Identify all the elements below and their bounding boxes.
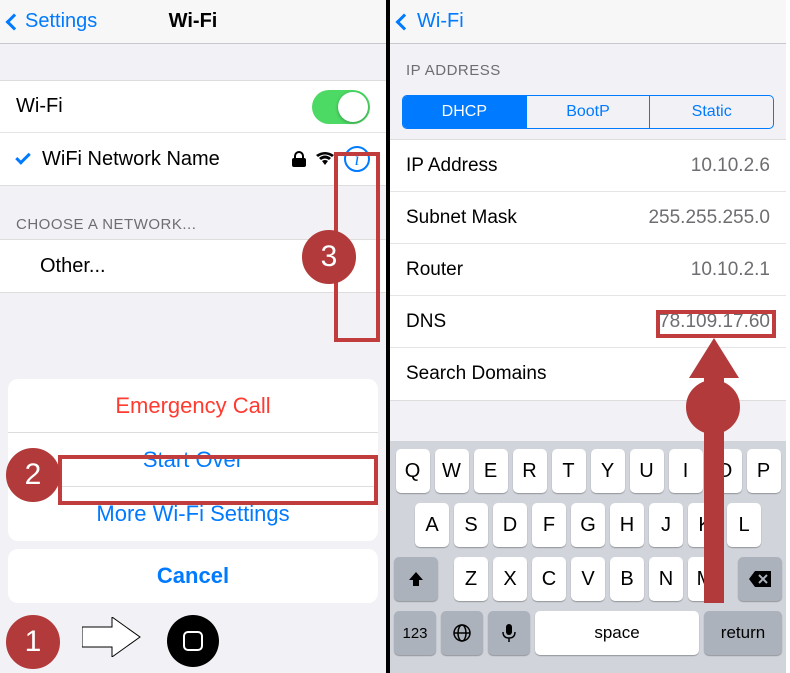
home-icon xyxy=(183,631,203,651)
router-value: 10.10.2.1 xyxy=(691,259,770,281)
router-row[interactable]: Router 10.10.2.1 xyxy=(390,244,786,296)
space-key[interactable]: space xyxy=(535,611,699,655)
back-button-right[interactable]: Wi-Fi xyxy=(398,10,464,33)
key-g[interactable]: G xyxy=(571,503,605,547)
emergency-call-button[interactable]: Emergency Call xyxy=(8,379,378,433)
subnet-mask-row[interactable]: Subnet Mask 255.255.255.0 xyxy=(390,192,786,244)
globe-key[interactable] xyxy=(441,611,483,655)
keyboard-row-4: 123 space return xyxy=(394,611,782,655)
key-d[interactable]: D xyxy=(493,503,527,547)
key-w[interactable]: W xyxy=(435,449,469,493)
navbar-left: Settings Wi-Fi xyxy=(0,0,386,44)
key-n[interactable]: N xyxy=(649,557,683,601)
annotation-badge-3: 3 xyxy=(302,230,356,284)
ip-section-header: IP ADDRESS xyxy=(390,52,786,85)
back-label: Settings xyxy=(25,10,97,33)
key-s[interactable]: S xyxy=(454,503,488,547)
key-t[interactable]: T xyxy=(552,449,586,493)
wifi-toggle-label: Wi-Fi xyxy=(16,95,312,118)
highlight-dns-value xyxy=(656,310,776,338)
annotation-badge-2: 2 xyxy=(6,448,60,502)
chevron-left-icon xyxy=(6,13,23,30)
key-z[interactable]: Z xyxy=(454,557,488,601)
subnet-mask-label: Subnet Mask xyxy=(406,207,517,229)
key-c[interactable]: C xyxy=(532,557,566,601)
key-f[interactable]: F xyxy=(532,503,566,547)
subnet-mask-value: 255.255.255.0 xyxy=(648,207,770,229)
tab-dhcp[interactable]: DHCP xyxy=(403,96,527,128)
shift-icon xyxy=(407,570,425,588)
key-h[interactable]: H xyxy=(610,503,644,547)
backspace-key[interactable] xyxy=(738,557,782,601)
back-label-right: Wi-Fi xyxy=(417,10,464,33)
ip-mode-segmented[interactable]: DHCP BootP Static xyxy=(402,95,774,129)
wifi-toggle[interactable] xyxy=(312,90,370,124)
home-button[interactable] xyxy=(167,615,219,667)
arrow-white-icon xyxy=(82,617,142,657)
key-u[interactable]: U xyxy=(630,449,664,493)
ip-address-value: 10.10.2.6 xyxy=(691,155,770,177)
shift-key[interactable] xyxy=(394,557,438,601)
return-key[interactable]: return xyxy=(704,611,782,655)
key-a[interactable]: A xyxy=(415,503,449,547)
chevron-left-icon xyxy=(396,13,413,30)
ip-address-screen: Wi-Fi IP ADDRESS DHCP BootP Static IP Ad… xyxy=(390,0,786,673)
back-button[interactable]: Settings xyxy=(8,10,97,33)
mic-icon xyxy=(502,623,516,643)
arrow-red-up-icon xyxy=(684,338,744,608)
cancel-button[interactable]: Cancel xyxy=(8,549,378,603)
key-x[interactable]: X xyxy=(493,557,527,601)
search-domains-label: Search Domains xyxy=(406,363,546,385)
wifi-settings-screen: Settings Wi-Fi Wi-Fi WiFi Network Name i… xyxy=(0,0,390,673)
network-name: WiFi Network Name xyxy=(42,148,292,171)
wifi-toggle-row[interactable]: Wi-Fi xyxy=(0,81,386,133)
backspace-icon xyxy=(749,571,771,587)
key-q[interactable]: Q xyxy=(396,449,430,493)
connected-network-row[interactable]: WiFi Network Name i xyxy=(0,133,386,185)
checkmark-icon xyxy=(15,149,31,165)
dns-label: DNS xyxy=(406,311,446,333)
router-label: Router xyxy=(406,259,463,281)
navbar-right: Wi-Fi xyxy=(390,0,786,44)
mic-key[interactable] xyxy=(488,611,530,655)
ip-address-row[interactable]: IP Address 10.10.2.6 xyxy=(390,140,786,192)
key-b[interactable]: B xyxy=(610,557,644,601)
numbers-key[interactable]: 123 xyxy=(394,611,436,655)
key-y[interactable]: Y xyxy=(591,449,625,493)
key-r[interactable]: R xyxy=(513,449,547,493)
key-v[interactable]: V xyxy=(571,557,605,601)
page-title: Wi-Fi xyxy=(169,10,218,33)
lock-icon xyxy=(292,151,306,167)
key-j[interactable]: J xyxy=(649,503,683,547)
highlight-more-wifi xyxy=(58,455,378,505)
key-p[interactable]: P xyxy=(747,449,781,493)
wifi-signal-icon xyxy=(316,152,334,166)
tab-static[interactable]: Static xyxy=(650,96,773,128)
tab-bootp[interactable]: BootP xyxy=(527,96,651,128)
ip-address-label: IP Address xyxy=(406,155,498,177)
annotation-badge-1: 1 xyxy=(6,615,60,669)
key-e[interactable]: E xyxy=(474,449,508,493)
globe-icon xyxy=(452,623,472,643)
